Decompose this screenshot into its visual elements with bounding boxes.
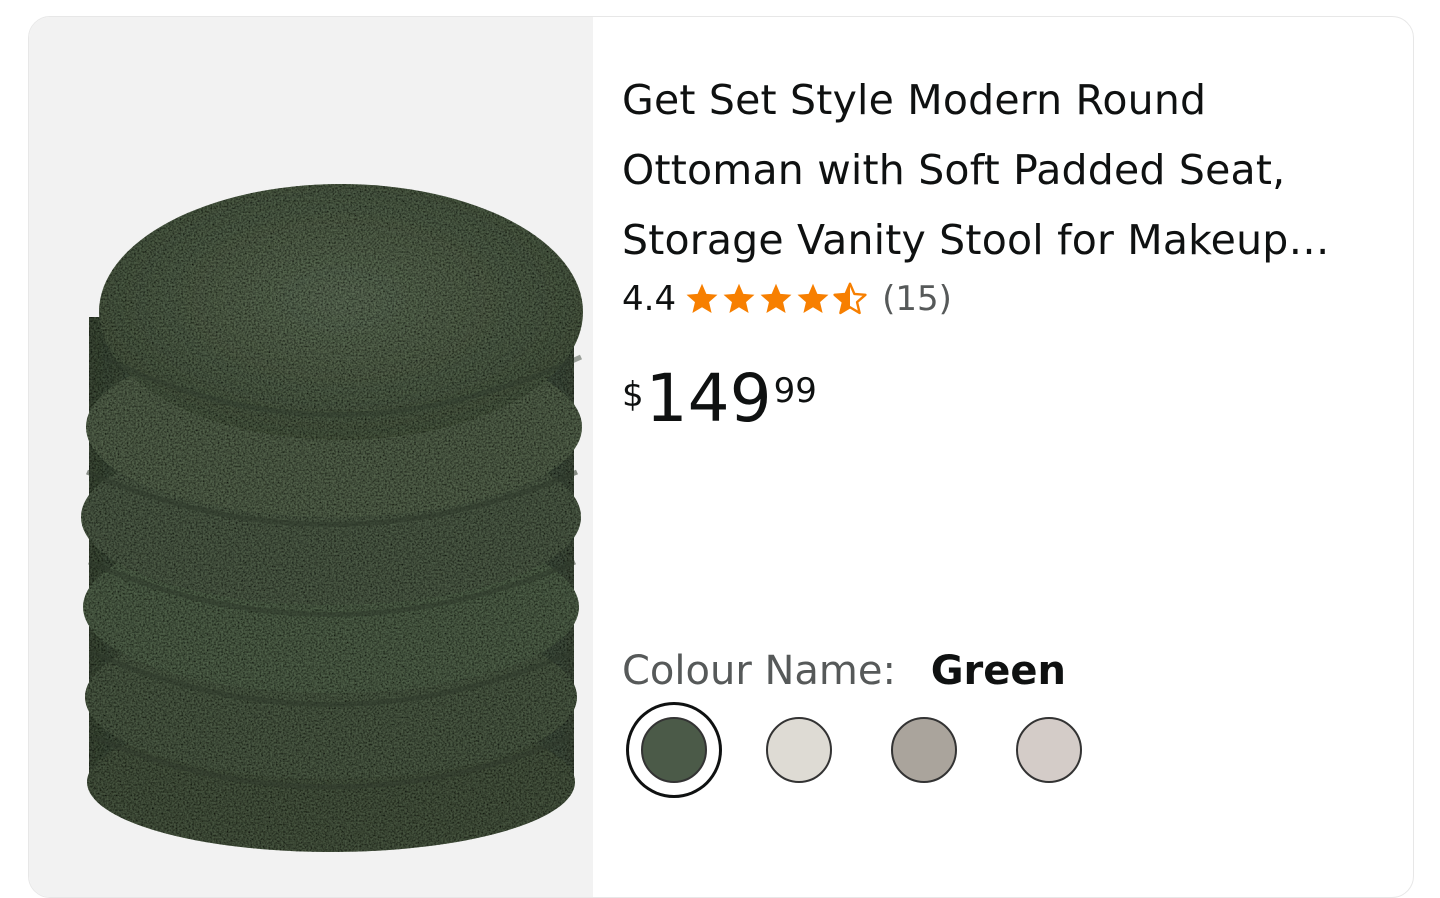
swatch-taupe[interactable] [879,705,969,795]
star-icon [760,283,792,313]
swatch-color [641,717,707,783]
price-fraction: 99 [773,371,817,411]
product-card[interactable]: Get Set Style Modern Round Ottoman with … [28,16,1414,898]
swatch-color [766,717,832,783]
product-image[interactable] [29,17,593,897]
product-info: Get Set Style Modern Round Ottoman with … [622,17,1413,897]
colour-swatches [629,705,1129,795]
swatch-light-grey[interactable] [1004,705,1094,795]
price: $ 149 99 [622,359,817,439]
product-title-link[interactable]: Get Set Style Modern Round Ottoman with … [622,65,1402,275]
swatch-green[interactable] [629,705,719,795]
price-symbol: $ [622,375,644,415]
swatch-cream[interactable] [754,705,844,795]
review-count-link[interactable]: (15) [882,279,952,319]
title-line: Ottoman with Soft Padded Seat, [622,146,1286,194]
price-whole: 149 [645,360,772,437]
star-icon [686,283,718,313]
star-icon [797,283,829,313]
half-star-icon [833,282,867,315]
colour-name-label: Colour Name: [622,648,896,694]
title-line: Storage Vanity Stool for Makeup… [622,216,1330,264]
swatch-color [1016,717,1082,783]
title-line: Get Set Style Modern Round [622,76,1207,124]
star-rating[interactable] [684,281,868,317]
ottoman-image [81,184,583,852]
colour-name-row: Colour Name: Green [622,643,1066,699]
rating-value: 4.4 [622,279,677,319]
star-icon [723,283,755,313]
colour-name-value: Green [930,648,1066,694]
swatch-color [891,717,957,783]
rating-row[interactable]: 4.4 (15) [622,279,952,319]
